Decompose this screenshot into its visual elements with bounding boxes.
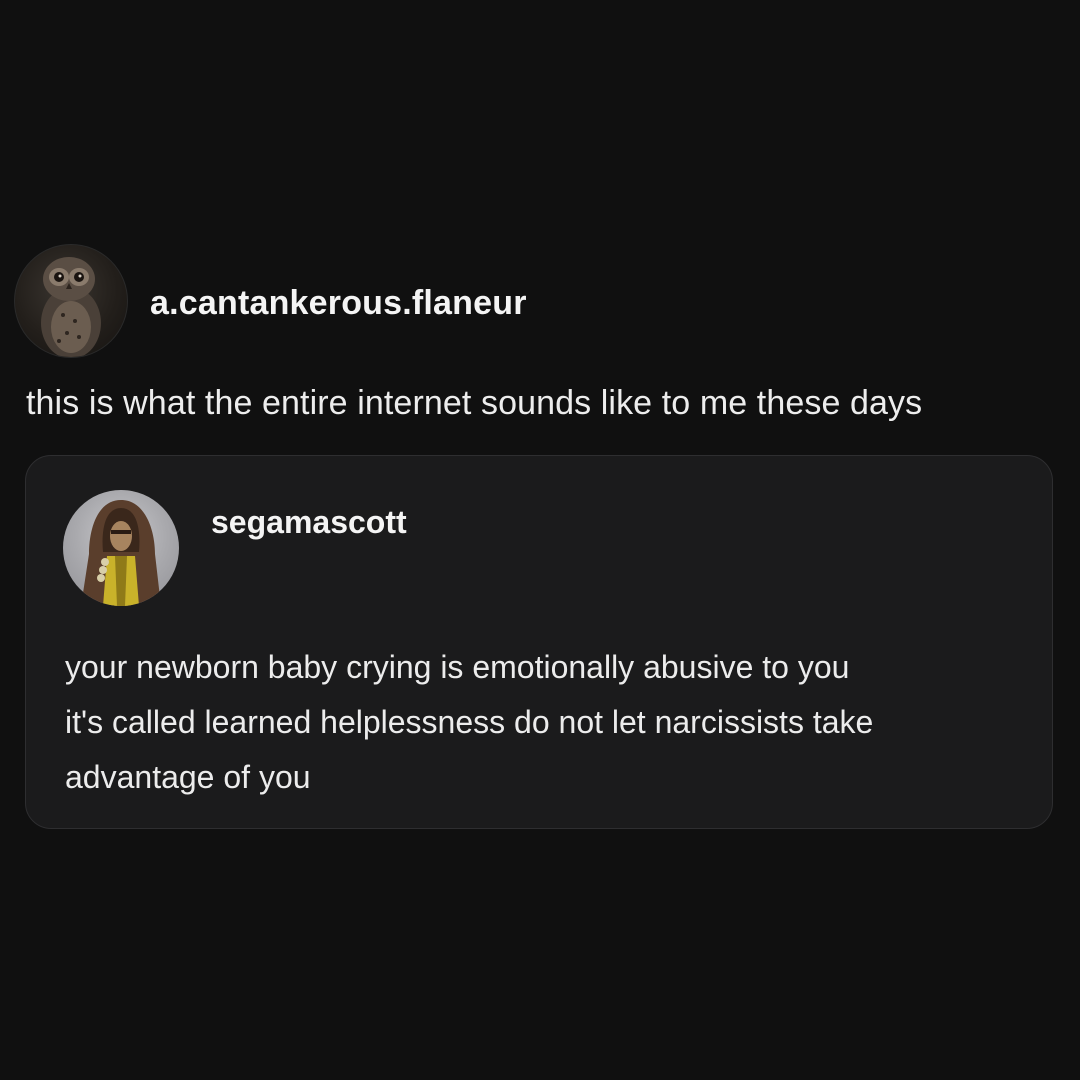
- reblog-body: your newborn baby crying is emotionally …: [65, 640, 1025, 805]
- owl-avatar-icon[interactable]: [14, 244, 128, 358]
- op-username[interactable]: a.cantankerous.flaneur: [150, 284, 527, 323]
- reblog-body-line: it's called learned helplessness do not …: [65, 704, 874, 740]
- reblog-card: segamascott your newborn baby crying is …: [25, 455, 1053, 829]
- hooded-figure-avatar-icon[interactable]: [63, 490, 179, 606]
- post: a.cantankerous.flaneur this is what the …: [0, 0, 1080, 1080]
- reblog-body-line: your newborn baby crying is emotionally …: [65, 649, 850, 685]
- reblog-header: segamascott: [63, 490, 407, 606]
- reblog-username[interactable]: segamascott: [211, 504, 407, 541]
- op-header: a.cantankerous.flaneur: [14, 244, 527, 358]
- post-caption: this is what the entire internet sounds …: [26, 384, 923, 422]
- reblog-body-line: advantage of you: [65, 759, 311, 795]
